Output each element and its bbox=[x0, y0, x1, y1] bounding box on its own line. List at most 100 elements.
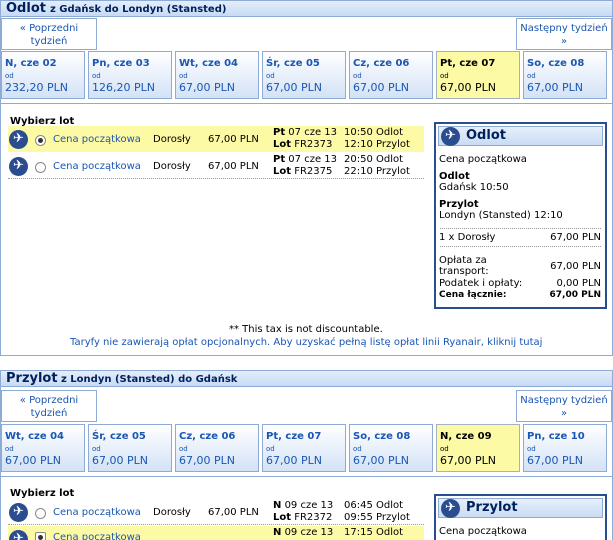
inbound-header: Przylot z Londyn (Stansted) do Gdańsk bbox=[0, 370, 613, 387]
day-tab-price: 67,00 PLN bbox=[179, 81, 235, 94]
departure-time-value: 10:50 bbox=[344, 127, 373, 138]
flight-radio[interactable] bbox=[35, 162, 46, 173]
arrival-time-value: 22:10 bbox=[344, 166, 373, 177]
outbound-summary-box: ✈ Odlot Cena początkowa Odlot Gdańsk 10:… bbox=[434, 122, 607, 309]
flight-radio[interactable] bbox=[35, 135, 46, 146]
flight-lot-label: Lot bbox=[273, 166, 292, 177]
day-tab-od: od bbox=[179, 445, 188, 453]
flight-number: Lot FR2375 bbox=[273, 166, 332, 177]
summary-header: ✈ Odlot bbox=[438, 126, 603, 146]
day-tab-od: od bbox=[527, 445, 536, 453]
day-tab[interactable]: Śr, cze 05 od 67,00 PLN bbox=[88, 424, 172, 472]
day-tab[interactable]: Wt, cze 04 od 67,00 PLN bbox=[1, 424, 85, 472]
flight-lot-label: Lot bbox=[273, 139, 292, 150]
day-tab-name: Śr, cze 05 bbox=[266, 58, 320, 69]
prev-week-button[interactable]: « Poprzedni tydzień bbox=[1, 390, 97, 422]
arrival-time: 22:10 Przylot bbox=[344, 166, 410, 177]
fare-type-link[interactable]: Cena początkowa bbox=[53, 532, 141, 540]
next-week-button[interactable]: Następny tydzień » bbox=[516, 18, 612, 50]
day-tab-price: 67,00 PLN bbox=[353, 454, 409, 467]
departure-time-value: 20:50 bbox=[344, 154, 373, 165]
day-tab-od: od bbox=[527, 72, 536, 80]
day-tab-price: 67,00 PLN bbox=[179, 454, 235, 467]
fare-type-link[interactable]: Cena początkowa bbox=[53, 507, 141, 518]
day-tab[interactable]: N, cze 02 od 232,20 PLN bbox=[1, 51, 85, 99]
departure-time: 17:15 Odlot bbox=[344, 527, 403, 538]
day-tab[interactable]: Pn, cze 03 od 126,20 PLN bbox=[88, 51, 172, 99]
day-tab[interactable]: So, cze 08 od 67,00 PLN bbox=[349, 424, 433, 472]
fare-type-link[interactable]: Cena początkowa bbox=[53, 134, 141, 145]
day-tab-od: od bbox=[440, 72, 449, 80]
fees-info-link[interactable]: Taryfy nie zawierają opłat opcjonalnych.… bbox=[70, 337, 542, 348]
flight-row[interactable]: ✈ Cena początkowa Dorosły 67,00 PLN Pt 0… bbox=[8, 153, 424, 179]
day-tab-name: Wt, cze 04 bbox=[179, 58, 239, 69]
flight-radio[interactable] bbox=[35, 532, 46, 540]
flight-day: N bbox=[273, 500, 282, 511]
day-tab-name: Pn, cze 10 bbox=[527, 431, 585, 442]
flight-price: 67,00 PLN bbox=[208, 161, 259, 172]
flight-row[interactable]: ✈ Cena początkowa N 09 cze 13 17:15 Odlo… bbox=[8, 526, 424, 540]
arrival-time: 12:10 Przylot bbox=[344, 139, 410, 150]
flight-date-value: 09 cze 13 bbox=[284, 500, 334, 511]
day-tab-name: So, cze 08 bbox=[353, 431, 411, 442]
outbound-header: Odlot z Gdańsk do Londyn (Stansted) bbox=[0, 0, 613, 17]
day-tab-name: Cz, cze 06 bbox=[179, 431, 236, 442]
summary-departure-label: Odlot bbox=[439, 171, 470, 182]
flight-day: Pt bbox=[273, 127, 286, 138]
summary-departure-value: Gdańsk 10:50 bbox=[439, 182, 509, 193]
day-tab[interactable]: Pt, cze 07 od 67,00 PLN bbox=[262, 424, 346, 472]
day-tab-od: od bbox=[5, 445, 14, 453]
day-tab-price: 67,00 PLN bbox=[353, 81, 409, 94]
day-tab[interactable]: Wt, cze 04 od 67,00 PLN bbox=[175, 51, 259, 99]
airplane-icon: ✈ bbox=[9, 530, 28, 540]
day-tab-name: N, cze 02 bbox=[5, 58, 57, 69]
airplane-icon: ✈ bbox=[9, 157, 28, 176]
day-tab-selected[interactable]: N, cze 09 od 67,00 PLN bbox=[436, 424, 520, 472]
day-tab-price: 67,00 PLN bbox=[440, 81, 496, 94]
inbound-route: z Londyn (Stansted) do Gdańsk bbox=[61, 374, 238, 385]
flight-number-value: FR2375 bbox=[294, 166, 333, 177]
flight-date: Pt 07 cze 13 bbox=[273, 127, 337, 138]
arrival-label: Przylot bbox=[376, 512, 410, 523]
row-separator bbox=[8, 524, 424, 525]
flight-radio[interactable] bbox=[35, 508, 46, 519]
flight-number: Lot FR2372 bbox=[273, 512, 332, 523]
day-tab[interactable]: So, cze 08 od 67,00 PLN bbox=[523, 51, 607, 99]
summary-tax-label: Podatek i opłaty: bbox=[439, 278, 523, 289]
outbound-route: z Gdańsk do Londyn (Stansted) bbox=[50, 4, 227, 15]
flight-date: Pt 07 cze 13 bbox=[273, 154, 337, 165]
departure-label: Odlot bbox=[376, 127, 404, 138]
day-tab-price: 67,00 PLN bbox=[527, 81, 583, 94]
airplane-icon: ✈ bbox=[441, 499, 460, 518]
summary-pax-line: 1 x Dorosły bbox=[439, 232, 496, 243]
day-tab-name: N, cze 09 bbox=[440, 431, 492, 442]
day-tab-od: od bbox=[353, 445, 362, 453]
prev-week-button[interactable]: « Poprzedni tydzień bbox=[1, 18, 97, 50]
summary-separator bbox=[440, 246, 601, 247]
day-tab-price: 67,00 PLN bbox=[266, 81, 322, 94]
fare-type-link[interactable]: Cena początkowa bbox=[53, 161, 141, 172]
day-tab[interactable]: Śr, cze 05 od 67,00 PLN bbox=[262, 51, 346, 99]
flight-date: N 09 cze 13 bbox=[273, 527, 333, 538]
day-tab[interactable]: Cz, cze 06 od 67,00 PLN bbox=[175, 424, 259, 472]
next-week-button[interactable]: Następny tydzień » bbox=[516, 390, 612, 422]
day-tab-selected[interactable]: Pt, cze 07 od 67,00 PLN bbox=[436, 51, 520, 99]
summary-transport-label: Opłata za transport: bbox=[439, 255, 489, 277]
day-tab-name: Cz, cze 06 bbox=[353, 58, 410, 69]
departure-label: Odlot bbox=[376, 500, 404, 511]
day-tab[interactable]: Cz, cze 06 od 67,00 PLN bbox=[349, 51, 433, 99]
passenger-type: Dorosły bbox=[153, 161, 191, 172]
summary-pax-price: 67,00 PLN bbox=[550, 232, 601, 243]
day-tab[interactable]: Pn, cze 10 od 67,00 PLN bbox=[523, 424, 607, 472]
flight-price: 67,00 PLN bbox=[208, 134, 259, 145]
summary-separator bbox=[440, 228, 601, 229]
flight-row[interactable]: ✈ Cena początkowa Dorosły 67,00 PLN Pt 0… bbox=[8, 126, 424, 152]
flight-date-value: 07 cze 13 bbox=[288, 127, 338, 138]
day-tab-od: od bbox=[353, 72, 362, 80]
airplane-icon: ✈ bbox=[9, 503, 28, 522]
summary-fare: Cena początkowa bbox=[439, 154, 527, 165]
flight-row[interactable]: ✈ Cena początkowa Dorosły 67,00 PLN N 09… bbox=[8, 499, 424, 525]
arrival-time: 09:55 Przylot bbox=[344, 512, 410, 523]
summary-title: Odlot bbox=[466, 128, 506, 143]
passenger-type: Dorosły bbox=[153, 507, 191, 518]
